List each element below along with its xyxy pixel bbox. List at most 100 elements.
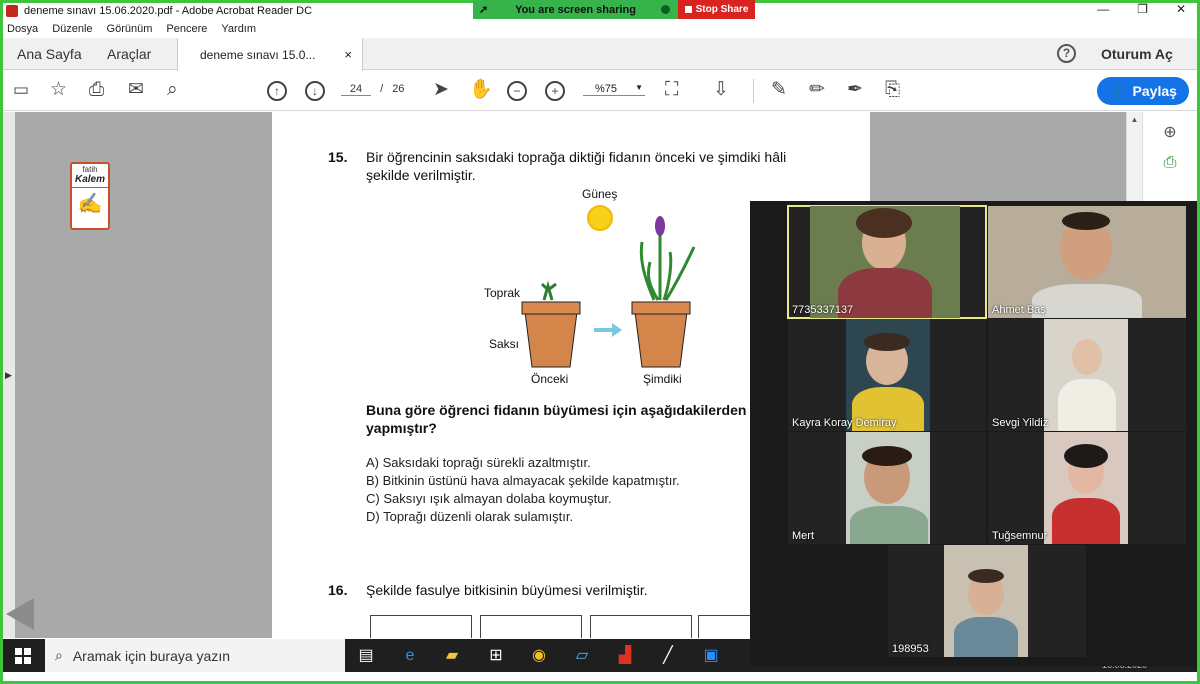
acrobat-icon <box>6 5 18 17</box>
tab-bar: Ana Sayfa Araçlar deneme sınavı 15.0... ×… <box>3 38 1197 71</box>
previous-page-arrow[interactable] <box>6 598 34 630</box>
start-tile <box>15 648 22 655</box>
sun-label: Güneş <box>582 187 618 201</box>
share-arrow-icon: ➚ <box>479 4 489 16</box>
page-up-icon[interactable]: ↑ <box>267 81 287 101</box>
shield-icon <box>661 5 670 14</box>
participant-tile[interactable]: 198953 <box>888 545 1086 657</box>
bookmark-star-icon[interactable]: ☆ <box>50 80 67 100</box>
question-15-prompt-2: yapmıştır? <box>366 420 437 436</box>
fit-page-icon[interactable]: ⛶ <box>665 80 678 100</box>
email-icon[interactable]: ✉ <box>128 80 144 100</box>
menu-file[interactable]: Dosya <box>7 23 38 35</box>
participant-tile[interactable]: Tuğsemnur <box>988 432 1186 544</box>
figure-box <box>590 615 692 638</box>
start-tile <box>24 657 31 664</box>
participant-video <box>1044 319 1128 431</box>
menu-view[interactable]: Görünüm <box>107 23 153 35</box>
hand-tool-icon[interactable]: ✋ <box>469 80 493 100</box>
sun-icon <box>587 205 613 231</box>
participant-tile[interactable]: 7735337137 <box>787 205 987 319</box>
task-view-icon[interactable]: ▤ <box>355 645 377 667</box>
app-icon[interactable]: ▱ <box>571 645 593 667</box>
tab-home[interactable]: Ana Sayfa <box>17 46 82 62</box>
zoom-value: %75 <box>595 83 618 95</box>
participant-video <box>1044 432 1128 544</box>
zoom-tool-icon[interactable]: ⊕ <box>1159 122 1181 144</box>
start-tile <box>24 648 31 655</box>
pen-tool-icon[interactable]: ╱ <box>657 645 679 667</box>
page-number-input[interactable]: 24 <box>341 83 371 96</box>
chevron-down-icon: ▼ <box>635 83 643 92</box>
scroll-up-icon[interactable]: ▲ <box>1127 115 1142 124</box>
pen-icon: ✍ <box>77 193 103 215</box>
fill-sign-icon[interactable]: ⎘ <box>885 80 900 100</box>
participant-tile[interactable]: Ahmet Baş <box>988 206 1186 318</box>
fatih-kalem-widget[interactable]: fatih Kalem ✍ <box>70 162 110 230</box>
search-placeholder: Aramak için buraya yazın <box>72 647 231 664</box>
windows-start-icon[interactable] <box>15 648 31 664</box>
file-explorer-icon[interactable]: ▰ <box>441 645 463 667</box>
acrobat-taskbar-icon[interactable]: ▟ <box>614 645 636 667</box>
chrome-icon[interactable]: ◉ <box>528 645 550 667</box>
search-zoom-icon[interactable]: ⌕ <box>167 80 178 100</box>
menu-edit[interactable]: Düzenle <box>52 23 92 35</box>
menu-help[interactable]: Yardım <box>221 23 256 35</box>
export-pdf-icon[interactable]: ⎙ <box>1159 154 1181 176</box>
comment-icon[interactable]: ✎ <box>771 80 787 100</box>
tab-document[interactable]: deneme sınavı 15.0... × <box>177 38 363 71</box>
option-d: D) Toprağı düzenli olarak sulamıştır. <box>366 509 574 524</box>
figure-box <box>480 615 582 638</box>
toolbar-divider <box>753 79 754 103</box>
page-total: 26 <box>392 83 405 95</box>
sign-in-button[interactable]: Oturum Aç <box>1101 46 1173 62</box>
stop-share-button[interactable]: Stop Share <box>678 0 755 19</box>
before-label: Önceki <box>531 372 569 386</box>
menu-window[interactable]: Pencere <box>166 23 207 35</box>
edge-icon[interactable]: e <box>399 645 421 667</box>
document-background-left <box>15 112 272 638</box>
tab-tools[interactable]: Araçlar <box>107 46 151 62</box>
pot-before <box>521 280 581 368</box>
taskbar-search[interactable]: ⌕ Aramak için buraya yazın <box>45 639 345 672</box>
zoom-out-icon[interactable]: − <box>507 81 527 101</box>
participant-name: Mert <box>792 530 814 542</box>
close-button[interactable]: ✕ <box>1176 2 1186 16</box>
scroll-mode-icon[interactable]: ⇩ <box>713 80 729 100</box>
participant-name: Sevgi Yildiz <box>992 417 1049 429</box>
sign-icon[interactable]: ✒ <box>847 80 863 100</box>
minimize-button[interactable]: — <box>1097 2 1109 16</box>
page-down-icon[interactable]: ↓ <box>305 81 325 101</box>
stamp-line1: fatih <box>82 165 98 174</box>
participant-name: Ahmet Baş <box>992 304 1046 316</box>
help-icon[interactable]: ? <box>1057 44 1076 63</box>
participant-name: 7735337137 <box>792 304 854 316</box>
zoom-in-icon[interactable]: + <box>545 81 565 101</box>
share-label: Paylaş <box>1132 83 1177 99</box>
stamp-line2: Kalem <box>72 174 108 188</box>
screen-share-bar: ➚ You are screen sharing Stop Share <box>473 0 755 19</box>
zoom-app-icon[interactable]: ▣ <box>700 645 722 667</box>
participant-video <box>988 206 1186 318</box>
zoom-select[interactable]: %75 ▼ <box>583 83 645 96</box>
option-a: A) Saksıdaki toprağı sürekli azaltmıştır… <box>366 455 591 470</box>
stop-share-label: Stop Share <box>695 4 749 15</box>
page-indicator: 24 / 26 <box>341 83 404 96</box>
highlight-icon[interactable]: ✏ <box>809 80 825 100</box>
pot-after <box>631 216 696 368</box>
sharing-label: You are screen sharing <box>515 3 636 16</box>
maximize-button[interactable]: ❐ <box>1137 2 1148 16</box>
sharing-status[interactable]: ➚ You are screen sharing <box>473 0 678 19</box>
participant-tile[interactable]: Sevgi Yildiz <box>988 319 1186 431</box>
select-cursor-icon[interactable]: ➤ <box>433 80 449 100</box>
close-tab-icon[interactable]: × <box>344 47 352 62</box>
store-icon[interactable]: ⊞ <box>485 645 507 667</box>
participant-name: Tuğsemnur <box>992 530 1048 542</box>
stop-icon <box>684 6 692 13</box>
participant-tile[interactable]: Mert <box>788 432 986 544</box>
left-panel-toggle[interactable]: ▶ <box>3 112 15 638</box>
print-icon[interactable]: ⎙ <box>89 80 104 100</box>
save-icon[interactable]: ▭ <box>13 80 29 100</box>
share-button[interactable]: 👤 Paylaş <box>1097 77 1189 105</box>
participant-tile[interactable]: Kayra Koray Demiray <box>788 319 986 431</box>
